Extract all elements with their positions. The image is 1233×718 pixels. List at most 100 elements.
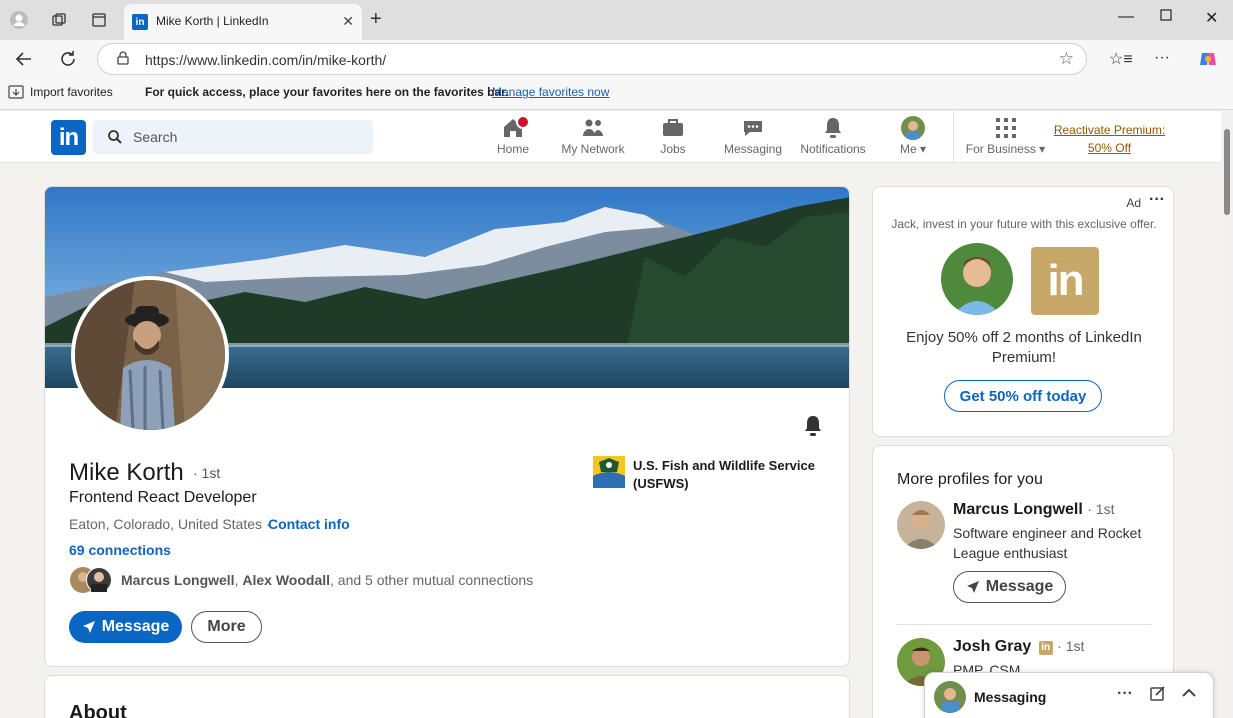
mutual-name-2: Alex Woodall <box>242 572 331 588</box>
current-company[interactable]: U.S. Fish and Wildlife Service (USFWS) <box>633 457 833 493</box>
about-title: About <box>69 702 127 718</box>
import-favorites-button[interactable]: Import favorites <box>8 85 113 99</box>
workspaces-icon[interactable] <box>48 9 70 31</box>
url-field[interactable]: https://www.linkedin.com/in/mike-korth/ … <box>97 43 1087 75</box>
ad-copy: Enjoy 50% off 2 months of LinkedIn Premi… <box>906 329 1142 366</box>
suggested-message-label: Message <box>985 578 1054 595</box>
import-favorites-label: Import favorites <box>30 85 113 99</box>
more-button-label: More <box>207 618 246 635</box>
premium-badge-icon: in <box>1038 641 1053 655</box>
person-degree: · 1st <box>1057 638 1085 654</box>
nav-messaging-label: Messaging <box>723 142 783 156</box>
message-button-label: Message <box>101 618 170 635</box>
scrollbar-thumb[interactable] <box>1224 129 1230 215</box>
mutual-connection-avatars[interactable] <box>69 566 113 594</box>
nav-notifications[interactable]: Notifications <box>793 116 873 160</box>
suggested-profile: Marcus Longwell · 1st Software engineer … <box>897 501 1157 621</box>
mutual-connections-text[interactable]: Marcus Longwell, Alex Woodall, and 5 oth… <box>121 572 533 588</box>
for-business-label: For Business <box>965 142 1036 156</box>
linkedin-logo[interactable]: in <box>51 120 86 155</box>
back-icon[interactable] <box>13 48 35 70</box>
person-name-text: Marcus Longwell <box>953 501 1083 518</box>
lock-icon[interactable] <box>116 51 130 65</box>
mutual-name-1: Marcus Longwell <box>121 572 235 588</box>
compose-icon[interactable] <box>1150 685 1166 706</box>
ad-user-avatar <box>941 243 1013 315</box>
contact-info-link[interactable]: Contact info <box>268 516 350 532</box>
copilot-icon[interactable] <box>1198 49 1218 74</box>
avatar <box>901 116 925 140</box>
messaging-overlay[interactable]: Messaging ··· <box>924 672 1214 718</box>
ad-cta-button[interactable]: Get 50% off today <box>944 380 1102 412</box>
suggested-profile-name[interactable]: Marcus Longwell · 1st <box>953 501 1114 519</box>
connection-degree: · 1st <box>193 465 221 481</box>
avatar <box>934 681 966 713</box>
ad-subtitle: Jack, invest in your future with this ex… <box>891 217 1157 231</box>
chevron-up-icon[interactable] <box>1181 685 1197 706</box>
send-icon <box>966 581 979 593</box>
people-icon <box>583 119 603 136</box>
chevron-down-icon: ▾ <box>919 142 927 156</box>
profile-name: Mike Korth <box>69 459 184 486</box>
profile-photo[interactable] <box>71 276 229 434</box>
nav-divider <box>953 111 954 163</box>
profile-card: Mike Korth · 1st Frontend React Develope… <box>44 186 850 667</box>
person-name-text: Josh Gray <box>953 638 1032 655</box>
nav-for-business[interactable]: For Business ▾ <box>963 116 1048 160</box>
nav-me[interactable]: Me ▾ <box>873 116 953 160</box>
profile-headline: Frontend React Developer <box>69 489 257 506</box>
close-window-icon[interactable]: ✕ <box>1205 8 1218 28</box>
ad-label: Ad <box>1126 196 1141 210</box>
company-line1: U.S. Fish and Wildlife Service <box>633 458 815 473</box>
close-tab-icon[interactable]: ✕ <box>342 13 354 30</box>
nav-home-label: Home <box>496 142 529 156</box>
new-tab-button[interactable]: + <box>370 9 382 29</box>
chevron-down-icon: ▾ <box>1039 142 1046 156</box>
suggested-message-button[interactable]: Message <box>953 571 1066 603</box>
search-box[interactable] <box>93 120 373 154</box>
message-button[interactable]: Message <box>69 611 182 643</box>
browser-tab-bar: in Mike Korth | LinkedIn ✕ + — ✕ <box>0 0 1233 40</box>
linkedin-header: in Home My Network Jobs Messaging Notifi… <box>0 111 1221 163</box>
company-line2: (USFWS) <box>633 476 689 491</box>
suggested-profile-name[interactable]: Josh Gray in · 1st <box>953 638 1084 656</box>
divider <box>897 624 1151 625</box>
tab-actions-icon[interactable] <box>88 9 110 31</box>
search-input[interactable] <box>133 120 363 154</box>
chat-icon <box>744 121 762 136</box>
briefcase-icon <box>663 119 683 136</box>
nav-home[interactable]: Home <box>473 115 553 160</box>
usfws-logo[interactable] <box>593 456 625 488</box>
url-text: https://www.linkedin.com/in/mike-korth/ <box>145 52 387 68</box>
reactivate-premium-link[interactable]: Reactivate Premium: 50% Off <box>1052 121 1167 157</box>
profile-location: Eaton, Colorado, United States · <box>69 516 271 532</box>
more-profiles-title: More profiles for you <box>897 471 1043 488</box>
mutual-rest: , and 5 other mutual connections <box>330 572 534 588</box>
settings-menu-icon[interactable]: ··· <box>1154 49 1170 67</box>
refresh-icon[interactable] <box>57 48 79 70</box>
import-icon <box>8 85 24 99</box>
page-scrollbar[interactable] <box>1221 111 1233 718</box>
nav-my-network[interactable]: My Network <box>553 116 633 160</box>
more-options-icon[interactable]: ··· <box>1117 685 1133 703</box>
avatar[interactable] <box>897 501 945 549</box>
notify-bell-icon[interactable] <box>801 414 825 443</box>
suggested-profile-headline: Software engineer and Rocket League enth… <box>953 525 1142 561</box>
more-button[interactable]: More <box>191 611 262 643</box>
nav-notifications-label: Notifications <box>800 142 866 156</box>
nav-jobs[interactable]: Jobs <box>633 116 713 160</box>
favorites-icon[interactable]: ☆≡ <box>1109 49 1133 69</box>
tab-linkedin[interactable]: in Mike Korth | LinkedIn ✕ <box>124 4 362 40</box>
maximize-icon[interactable] <box>1160 8 1172 26</box>
favorite-star-icon[interactable]: ☆ <box>1059 49 1074 69</box>
profile-icon[interactable] <box>8 9 30 31</box>
ad-more-options-icon[interactable]: ··· <box>1149 191 1165 209</box>
connections-link[interactable]: 69 connections <box>69 542 171 558</box>
favorites-hint: For quick access, place your favorites h… <box>145 85 509 99</box>
manage-favorites-link[interactable]: Manage favorites now <box>492 85 609 99</box>
nav-my-network-label: My Network <box>561 142 625 156</box>
messaging-label: Messaging <box>974 689 1047 705</box>
notification-dot <box>516 115 530 129</box>
minimize-icon[interactable]: — <box>1118 8 1134 26</box>
nav-messaging[interactable]: Messaging <box>713 116 793 160</box>
